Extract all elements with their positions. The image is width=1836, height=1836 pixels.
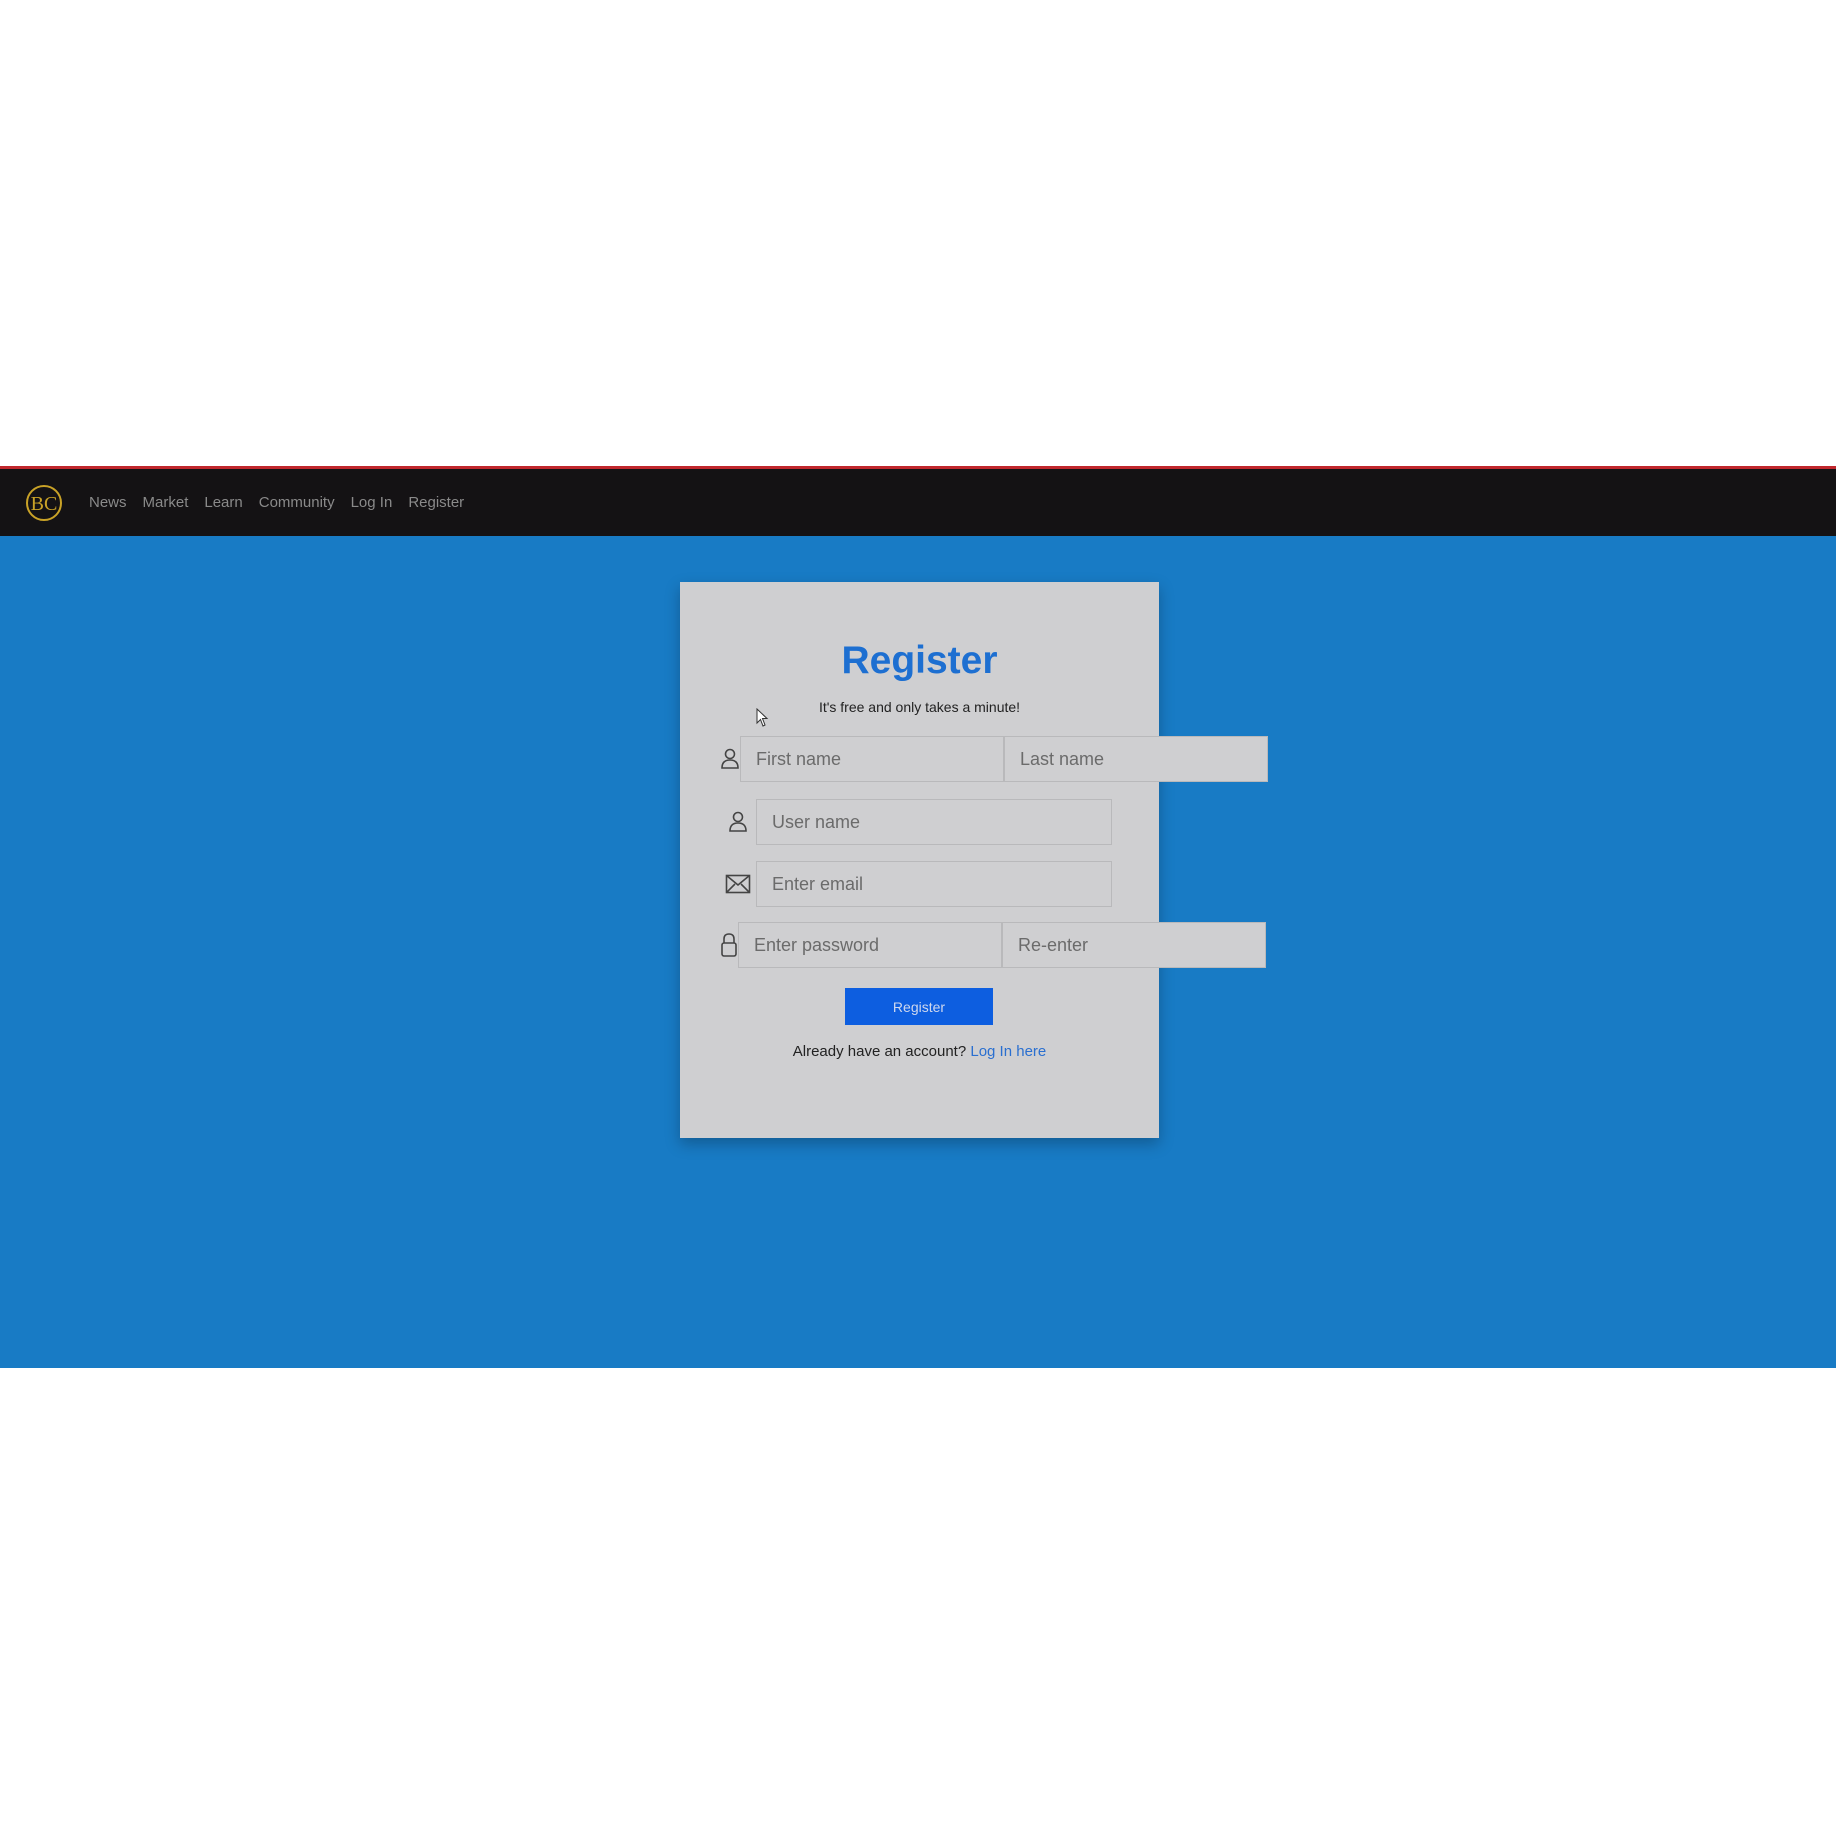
register-button[interactable]: Register [845, 988, 993, 1025]
password-input[interactable] [738, 922, 1002, 968]
login-prompt-text: Already have an account? [792, 1043, 967, 1060]
site-logo[interactable]: BC [25, 484, 63, 522]
email-input[interactable] [756, 861, 1112, 907]
envelope-icon [720, 861, 756, 907]
email-row [720, 861, 1112, 907]
login-prompt: Already have an account? Log In here [680, 1043, 1159, 1060]
name-row [720, 736, 1268, 782]
user-icon [720, 736, 740, 782]
last-name-input[interactable] [1004, 736, 1268, 782]
first-name-input[interactable] [740, 736, 1004, 782]
reenter-password-input[interactable] [1002, 922, 1266, 968]
nav-link-market[interactable]: Market [143, 494, 189, 511]
nav-link-news[interactable]: News [89, 494, 127, 511]
register-title: Register [841, 639, 998, 682]
username-input[interactable] [756, 799, 1112, 845]
nav-link-register[interactable]: Register [408, 494, 464, 511]
register-card: Register It's free and only takes a minu… [680, 582, 1268, 1138]
mouse-cursor-icon [756, 708, 769, 727]
username-row [720, 799, 1112, 845]
nav-link-community[interactable]: Community [259, 494, 335, 511]
top-navbar: BC News Market Learn Community Log In Re… [0, 466, 1836, 536]
nav-link-learn[interactable]: Learn [204, 494, 242, 511]
svg-text:BC: BC [31, 493, 58, 515]
password-row [720, 922, 1266, 968]
lock-icon [720, 922, 738, 968]
app-screen: BC News Market Learn Community Log In Re… [0, 466, 1836, 1368]
user-icon [720, 799, 756, 845]
nav-link-login[interactable]: Log In [351, 494, 393, 511]
logo-icon: BC [26, 484, 62, 521]
register-subtitle: It's free and only takes a minute! [818, 699, 1021, 715]
login-link[interactable]: Log In here [970, 1043, 1046, 1060]
